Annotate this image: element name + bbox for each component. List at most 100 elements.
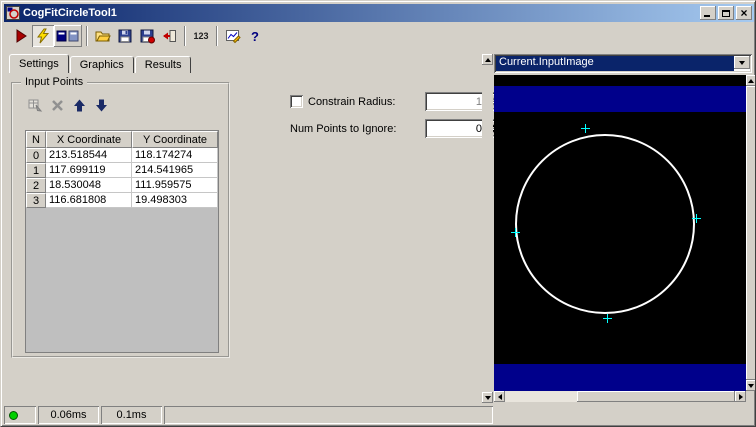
toolbar-separator: [86, 26, 88, 46]
save-button[interactable]: [114, 25, 136, 47]
view-toggle-button[interactable]: [54, 25, 82, 47]
cell-y[interactable]: 111.959575: [132, 178, 218, 193]
scroll-track[interactable]: [505, 391, 735, 402]
tab-strip: Settings Graphics Results: [9, 54, 192, 73]
scroll-track[interactable]: [482, 65, 493, 392]
image-horizontal-scrollbar[interactable]: [494, 391, 746, 402]
floppy-icon: [118, 29, 132, 43]
cell-y[interactable]: 214.541965: [132, 163, 218, 178]
numeric-format-icon: 123: [193, 31, 209, 41]
close-button[interactable]: ×: [736, 6, 752, 20]
scroll-down-button[interactable]: [746, 380, 755, 391]
revert-arrow-icon: [163, 30, 176, 42]
run-status-led-icon: [9, 410, 18, 420]
electric-run-button[interactable]: [32, 25, 54, 47]
folder-open-icon: [95, 31, 111, 42]
help-icon: ?: [251, 28, 259, 44]
minimize-icon: [704, 15, 710, 17]
tab-settings[interactable]: Settings: [9, 54, 69, 73]
constrain-radius-label: Constrain Radius:: [308, 96, 396, 108]
table-row: 3 116.681808 19.498303: [26, 193, 218, 208]
status-led-panel: [4, 406, 36, 424]
cell-y[interactable]: 19.498303: [132, 193, 218, 208]
scroll-down-icon: [484, 395, 491, 400]
column-header-y[interactable]: Y Coordinate: [132, 131, 218, 148]
row-header[interactable]: 3: [26, 193, 46, 208]
table-row: 2 18.530048 111.959575: [26, 178, 218, 193]
grid-header-row: N X Coordinate Y Coordinate: [26, 131, 218, 148]
chart-pencil-icon: [226, 30, 241, 44]
scroll-right-button[interactable]: [735, 391, 746, 402]
table-row: 0 213.518544 118.174274: [26, 148, 218, 163]
constrain-radius-input[interactable]: [427, 94, 484, 109]
toolbar-separator: [184, 26, 186, 46]
image-band-top: [494, 86, 746, 112]
add-points-icon: [28, 99, 43, 112]
lightning-icon: [37, 28, 50, 44]
image-band-bottom: [494, 364, 746, 391]
fit-circle-graphic: [515, 134, 695, 314]
image-vertical-scrollbar[interactable]: [746, 75, 755, 391]
titlebar: CogFitCircleTool1 ×: [4, 4, 754, 22]
scroll-right-icon: [738, 393, 743, 400]
save-results-button[interactable]: [136, 25, 158, 47]
close-icon: ×: [740, 6, 748, 20]
tab-graphics[interactable]: Graphics: [69, 56, 134, 73]
constrain-radius-checkbox[interactable]: [290, 95, 303, 108]
numeric-format-button[interactable]: 123: [190, 25, 212, 47]
cell-x[interactable]: 116.681808: [46, 193, 132, 208]
maximize-icon: [722, 9, 730, 17]
cell-x[interactable]: 117.699119: [46, 163, 132, 178]
help-button[interactable]: ?: [244, 25, 266, 47]
play-icon: [16, 29, 27, 43]
point-marker: [603, 314, 612, 323]
status-bar: 0.06ms 0.1ms: [4, 405, 754, 425]
scroll-up-icon: [748, 78, 754, 83]
row-header[interactable]: 1: [26, 163, 46, 178]
run-button[interactable]: [10, 25, 32, 47]
revert-button[interactable]: [158, 25, 180, 47]
minimize-button[interactable]: [700, 6, 716, 20]
settings-pane-scrollbar[interactable]: [482, 54, 493, 403]
input-points-grid[interactable]: N X Coordinate Y Coordinate 0 213.518544…: [25, 130, 219, 353]
point-marker: [581, 124, 590, 133]
scroll-left-icon: [497, 393, 502, 400]
chevron-down-icon: [739, 60, 745, 65]
move-down-button[interactable]: [93, 97, 110, 114]
cell-y[interactable]: 118.174274: [132, 148, 218, 163]
tab-results[interactable]: Results: [134, 56, 192, 73]
image-buffer-combobox[interactable]: Current.InputImage: [494, 54, 752, 73]
scroll-down-button[interactable]: [482, 392, 493, 403]
point-marker: [692, 214, 701, 223]
column-header-n[interactable]: N: [26, 131, 46, 148]
scroll-thumb[interactable]: [746, 86, 755, 380]
selected-image-buffer[interactable]: Current.InputImage: [496, 56, 734, 71]
scroll-up-button[interactable]: [746, 75, 755, 86]
column-header-x[interactable]: X Coordinate: [46, 131, 132, 148]
row-header[interactable]: 0: [26, 148, 46, 163]
scroll-up-button[interactable]: [482, 54, 493, 65]
image-display[interactable]: [494, 75, 746, 391]
scroll-down-icon: [748, 383, 754, 388]
scroll-left-button[interactable]: [494, 391, 505, 402]
maximize-button[interactable]: [718, 6, 734, 20]
points-toolbar: [27, 97, 110, 114]
row-header[interactable]: 2: [26, 178, 46, 193]
open-button[interactable]: [92, 25, 114, 47]
delete-point-button[interactable]: [49, 97, 66, 114]
num-points-input[interactable]: [427, 121, 484, 136]
cell-x[interactable]: 18.530048: [46, 178, 132, 193]
window-title: CogFitCircleTool1: [23, 7, 117, 19]
move-up-button[interactable]: [71, 97, 88, 114]
num-points-label: Num Points to Ignore:: [290, 123, 397, 135]
combo-dropdown-button[interactable]: [734, 56, 750, 69]
expression-button[interactable]: [222, 25, 244, 47]
add-points-button[interactable]: [27, 97, 44, 114]
scroll-thumb[interactable]: [577, 391, 735, 402]
cell-x[interactable]: 213.518544: [46, 148, 132, 163]
delete-x-icon: [52, 100, 63, 111]
panels-icon: [56, 30, 79, 42]
toolbar-separator: [216, 26, 218, 46]
table-row: 1 117.699119 214.541965: [26, 163, 218, 178]
down-arrow-icon: [96, 99, 107, 112]
